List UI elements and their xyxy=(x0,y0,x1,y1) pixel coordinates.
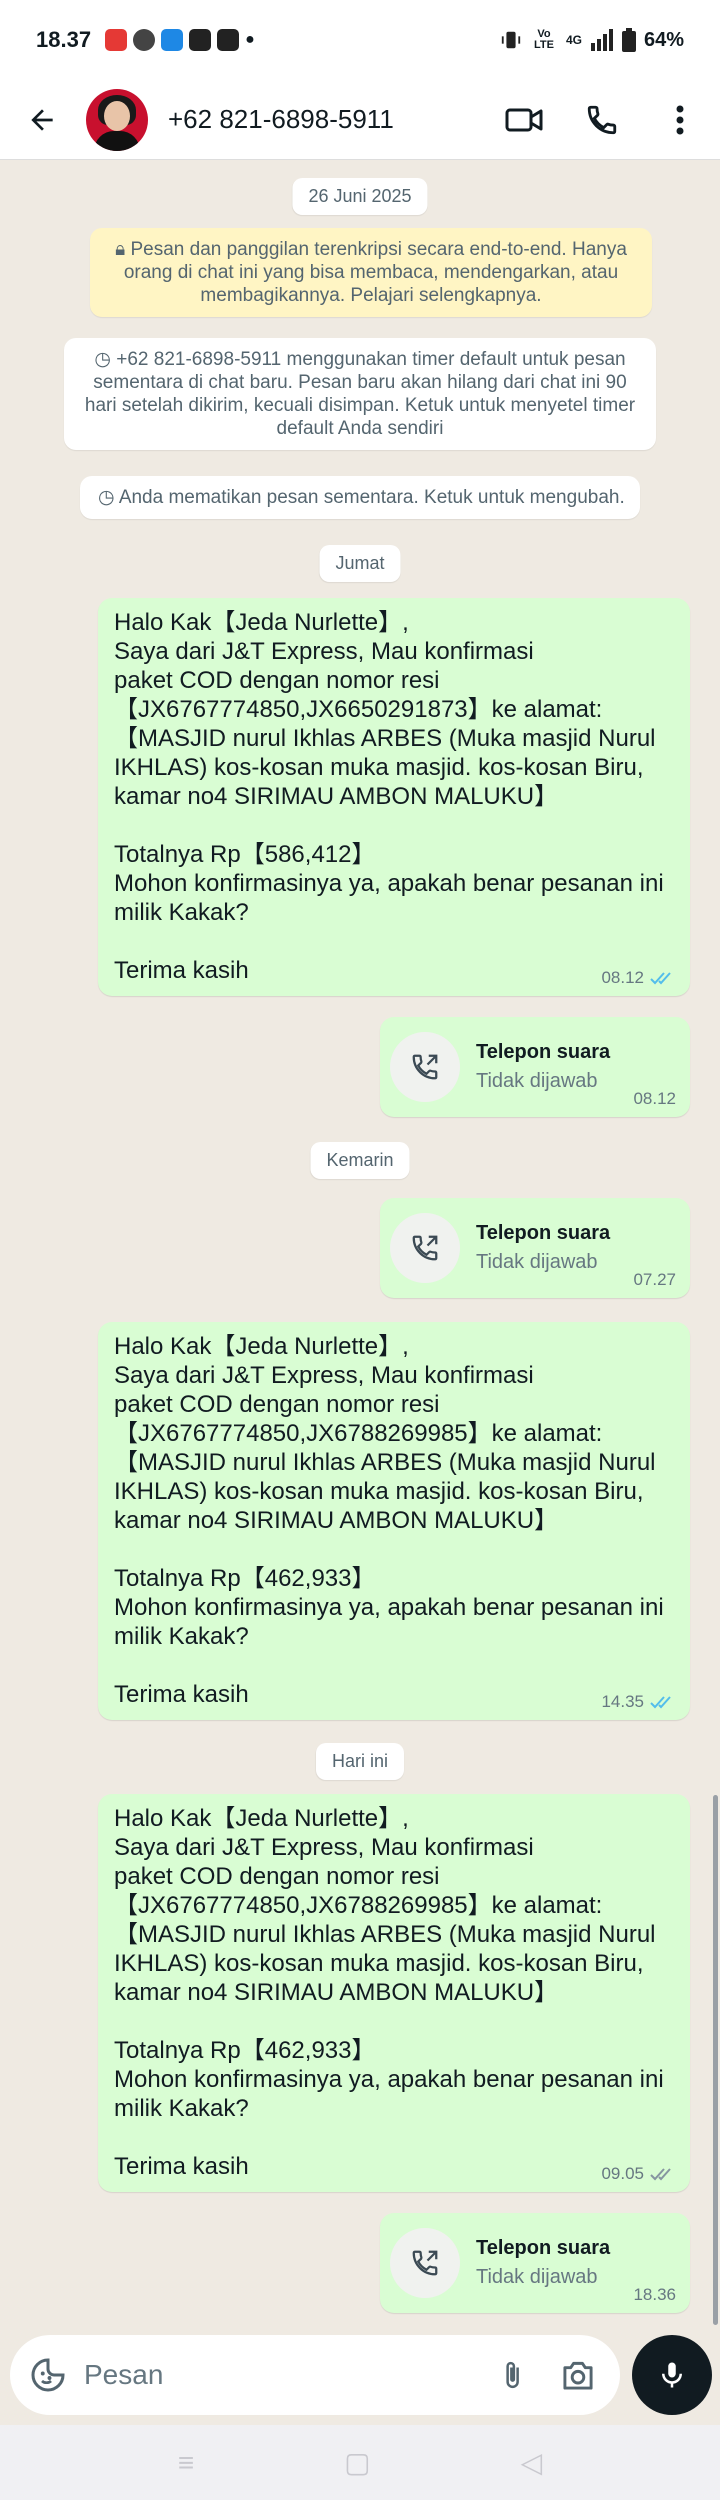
status-bar: 18.37 ● Vo LTE 4G 64% xyxy=(0,0,720,80)
back-nav-icon[interactable]: ◁ xyxy=(521,2446,543,2479)
message-time: 09.05 xyxy=(601,2164,644,2183)
read-ticks-icon xyxy=(650,1696,671,1709)
call-icon-circle xyxy=(390,2228,460,2298)
message-meta: 08.12 xyxy=(601,968,676,988)
jnt-app-icon xyxy=(105,29,128,51)
more-vert-icon xyxy=(676,105,684,134)
mic-icon xyxy=(662,2362,682,2388)
youtube-icon xyxy=(217,29,240,51)
back-button[interactable] xyxy=(18,96,66,144)
call-status: Tidak dijawab xyxy=(476,1251,598,1273)
contact-avatar[interactable] xyxy=(86,88,148,151)
signal-icon xyxy=(590,29,613,51)
encryption-text: Pesan dan panggilan terenkripsi secara e… xyxy=(123,239,627,306)
message-time: 08.12 xyxy=(633,1089,676,1108)
blue-app-icon xyxy=(161,29,184,51)
v-app-icon xyxy=(189,29,212,51)
message-time: 07.27 xyxy=(633,1270,676,1289)
attach-button[interactable] xyxy=(490,2353,534,2397)
menu-nav-icon[interactable]: ≡ xyxy=(178,2447,194,2479)
timer-icon: ◷ xyxy=(94,349,117,370)
outgoing-call-icon xyxy=(412,2250,438,2276)
battery-icon xyxy=(621,28,636,52)
battery-level: 64% xyxy=(643,28,684,51)
date-chip: Hari ini xyxy=(315,1743,405,1780)
call-icon-circle xyxy=(390,1213,460,1283)
date-chip: 26 Juni 2025 xyxy=(292,178,428,215)
message-time: 18.36 xyxy=(633,2285,676,2304)
missed-call-bubble[interactable]: Telepon suara Tidak dijawab 07.27 xyxy=(380,1198,690,1298)
more-options-button[interactable] xyxy=(658,98,702,142)
outgoing-message[interactable]: Halo Kak【Jeda Nurlette】, Saya dari J&T E… xyxy=(98,1322,690,1720)
system-status: Vo LTE 4G 64% xyxy=(500,28,684,52)
date-chip: Kemarin xyxy=(310,1142,410,1179)
timer-icon: ◷ xyxy=(98,487,119,508)
call-title: Telepon suara xyxy=(476,2237,611,2259)
network-type: 4G xyxy=(565,33,582,47)
notification-icons: ● xyxy=(105,29,255,51)
delivered-ticks-icon xyxy=(650,2168,671,2181)
more-notifications-dot-icon: ● xyxy=(245,31,255,48)
missed-call-bubble[interactable]: Telepon suara Tidak dijawab 08.12 xyxy=(380,1017,690,1117)
sticker-icon xyxy=(31,2358,65,2392)
sticker-button[interactable] xyxy=(30,2357,66,2393)
attach-icon xyxy=(506,2361,519,2389)
read-ticks-icon xyxy=(650,972,671,985)
camera-button[interactable] xyxy=(556,2353,600,2397)
home-nav-icon[interactable]: ▢ xyxy=(344,2446,370,2479)
call-icon-circle xyxy=(390,1032,460,1102)
message-composer[interactable]: Pesan xyxy=(10,2335,620,2415)
call-status: Tidak dijawab xyxy=(476,1070,598,1092)
video-call-button[interactable] xyxy=(502,98,546,142)
message-meta: 14.35 xyxy=(601,1692,676,1712)
date-chip: Jumat xyxy=(319,545,401,582)
voice-record-button[interactable] xyxy=(632,2335,712,2415)
message-meta: 07.27 xyxy=(633,1270,676,1290)
outgoing-message[interactable]: Halo Kak【Jeda Nurlette】, Saya dari J&T E… xyxy=(98,598,690,996)
message-text: Halo Kak【Jeda Nurlette】, Saya dari J&T E… xyxy=(114,609,664,984)
video-call-icon xyxy=(505,108,543,131)
outgoing-call-icon xyxy=(412,1054,438,1080)
status-time: 18.37 xyxy=(36,27,92,52)
disappearing-off-notice[interactable]: ◷ Anda mematikan pesan sementara. Ketuk … xyxy=(80,476,640,519)
message-meta: 09.05 xyxy=(601,2164,676,2184)
disappearing-off-text: Anda mematikan pesan sementara. Ketuk un… xyxy=(118,487,625,508)
missed-call-bubble[interactable]: Telepon suara Tidak dijawab 18.36 xyxy=(380,2213,690,2313)
message-meta: 18.36 xyxy=(633,2285,676,2305)
camera-icon xyxy=(563,2361,593,2390)
vibrate-icon xyxy=(501,31,521,49)
voice-call-button[interactable] xyxy=(580,98,624,142)
back-arrow-icon xyxy=(31,108,53,131)
message-text: Halo Kak【Jeda Nurlette】, Saya dari J&T E… xyxy=(114,1333,664,1708)
message-input[interactable]: Pesan xyxy=(84,2359,468,2391)
message-time: 14.35 xyxy=(601,1692,644,1711)
call-status: Tidak dijawab xyxy=(476,2266,598,2288)
scrollbar[interactable] xyxy=(713,1795,718,2325)
message-time: 08.12 xyxy=(601,968,644,987)
phone-icon xyxy=(587,105,617,134)
system-nav-bar: ≡ ▢ ◁ xyxy=(0,2425,720,2500)
contact-name[interactable]: +62 821-6898-5911 xyxy=(168,104,502,135)
call-title: Telepon suara xyxy=(476,1222,611,1244)
chat-area[interactable]: 26 Juni 2025 🔒︎ Pesan dan panggilan tere… xyxy=(0,160,720,2340)
timer-notice[interactable]: ◷ +62 821-6898-5911 menggunakan timer de… xyxy=(64,338,656,450)
outgoing-message[interactable]: Halo Kak【Jeda Nurlette】, Saya dari J&T E… xyxy=(98,1794,690,2192)
timer-text: +62 821-6898-5911 menggunakan timer defa… xyxy=(84,349,636,439)
volte-badge: Vo LTE xyxy=(533,28,554,51)
call-title: Telepon suara xyxy=(476,1041,611,1063)
recycle-app-icon xyxy=(133,29,156,51)
outgoing-call-icon xyxy=(412,1235,438,1261)
lock-icon: 🔒︎ xyxy=(115,239,131,260)
chat-header: +62 821-6898-5911 xyxy=(0,80,720,160)
encryption-notice[interactable]: 🔒︎ Pesan dan panggilan terenkripsi secar… xyxy=(90,228,652,317)
message-meta: 08.12 xyxy=(633,1089,676,1109)
message-text: Halo Kak【Jeda Nurlette】, Saya dari J&T E… xyxy=(114,1805,664,2180)
